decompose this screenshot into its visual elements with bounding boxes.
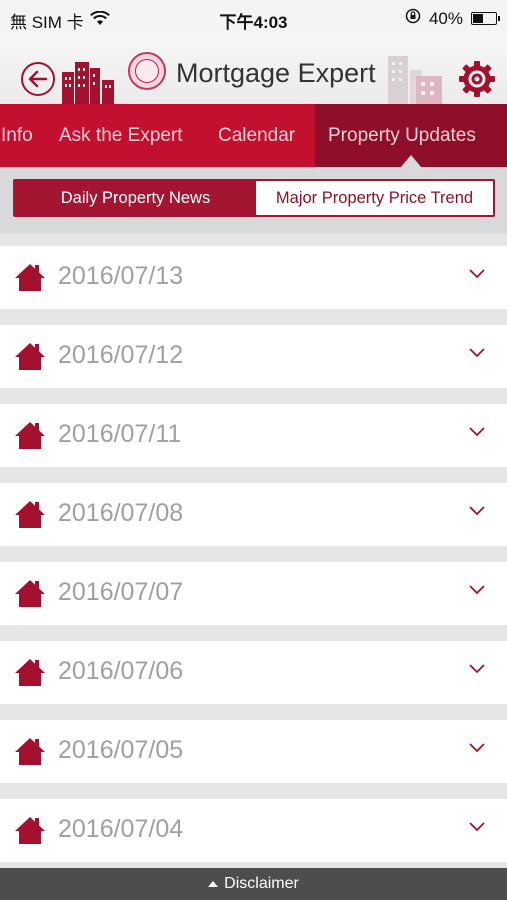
list-item[interactable]: 2016/07/07 — [0, 562, 507, 625]
gear-icon[interactable] — [458, 60, 496, 98]
list-item[interactable]: 2016/07/05 — [0, 720, 507, 783]
chevron-down-icon — [469, 427, 485, 437]
segment-major-property-price-trend[interactable]: Major Property Price Trend — [256, 181, 493, 215]
battery-percent: 40% — [428, 8, 463, 28]
segment-daily-property-news[interactable]: Daily Property News — [15, 181, 256, 215]
app-header: Mortgage Expert — [0, 36, 507, 104]
chevron-down-icon — [469, 506, 485, 516]
house-icon — [15, 659, 45, 686]
chevron-down-icon — [469, 664, 485, 674]
list-item-date: 2016/07/05 — [58, 736, 184, 764]
list-item-date: 2016/07/13 — [58, 262, 184, 290]
list-item[interactable]: 2016/07/12 — [0, 325, 507, 388]
disclaimer-button[interactable]: Disclaimer — [0, 868, 507, 900]
city-buildings-faded-icon — [388, 56, 442, 104]
segment-area: Daily Property News Major Property Price… — [0, 167, 507, 233]
orientation-lock-icon — [405, 8, 421, 29]
list-item-date: 2016/07/08 — [58, 499, 184, 527]
list-item-date: 2016/07/06 — [58, 657, 184, 685]
app-title: Mortgage Expert — [176, 58, 376, 88]
tab-info[interactable]: Info — [1, 104, 33, 167]
list-item-date: 2016/07/04 — [58, 815, 184, 843]
chevron-down-icon — [469, 822, 485, 832]
city-buildings-icon — [62, 62, 114, 104]
list-item[interactable]: 2016/07/04 — [0, 799, 507, 862]
caret-up-icon — [208, 881, 219, 887]
house-icon — [15, 817, 45, 844]
list-item[interactable]: 2016/07/13 — [0, 246, 507, 309]
tab-ask-the-expert[interactable]: Ask the Expert — [59, 104, 183, 167]
chevron-down-icon — [469, 269, 485, 279]
chevron-down-icon — [469, 348, 485, 358]
house-icon — [15, 422, 45, 449]
house-icon — [15, 738, 45, 765]
list-item-date: 2016/07/07 — [58, 578, 184, 606]
news-segmented-control: Daily Property News Major Property Price… — [13, 179, 495, 217]
back-icon — [28, 70, 48, 88]
house-icon — [15, 264, 45, 291]
tab-calendar[interactable]: Calendar — [218, 104, 295, 167]
chevron-down-icon — [469, 743, 485, 753]
list-item[interactable]: 2016/07/06 — [0, 641, 507, 704]
house-icon — [15, 580, 45, 607]
list-item[interactable]: 2016/07/11 — [0, 404, 507, 467]
disclaimer-label: Disclaimer — [224, 875, 299, 892]
list-item-date: 2016/07/11 — [58, 420, 182, 448]
list-item[interactable]: 2016/07/08 — [0, 483, 507, 546]
list-item-date: 2016/07/12 — [58, 341, 184, 369]
back-button[interactable] — [21, 62, 55, 96]
house-icon — [15, 343, 45, 370]
active-tab-indicator — [401, 155, 421, 167]
logo-seal — [128, 52, 166, 90]
tab-bar: Info Ask the Expert Calendar Property Up… — [0, 104, 507, 167]
chevron-down-icon — [469, 585, 485, 595]
battery-icon — [471, 12, 500, 25]
house-icon — [15, 501, 45, 528]
status-bar: 無 SIM 卡 下午4:03 40% — [0, 0, 507, 36]
